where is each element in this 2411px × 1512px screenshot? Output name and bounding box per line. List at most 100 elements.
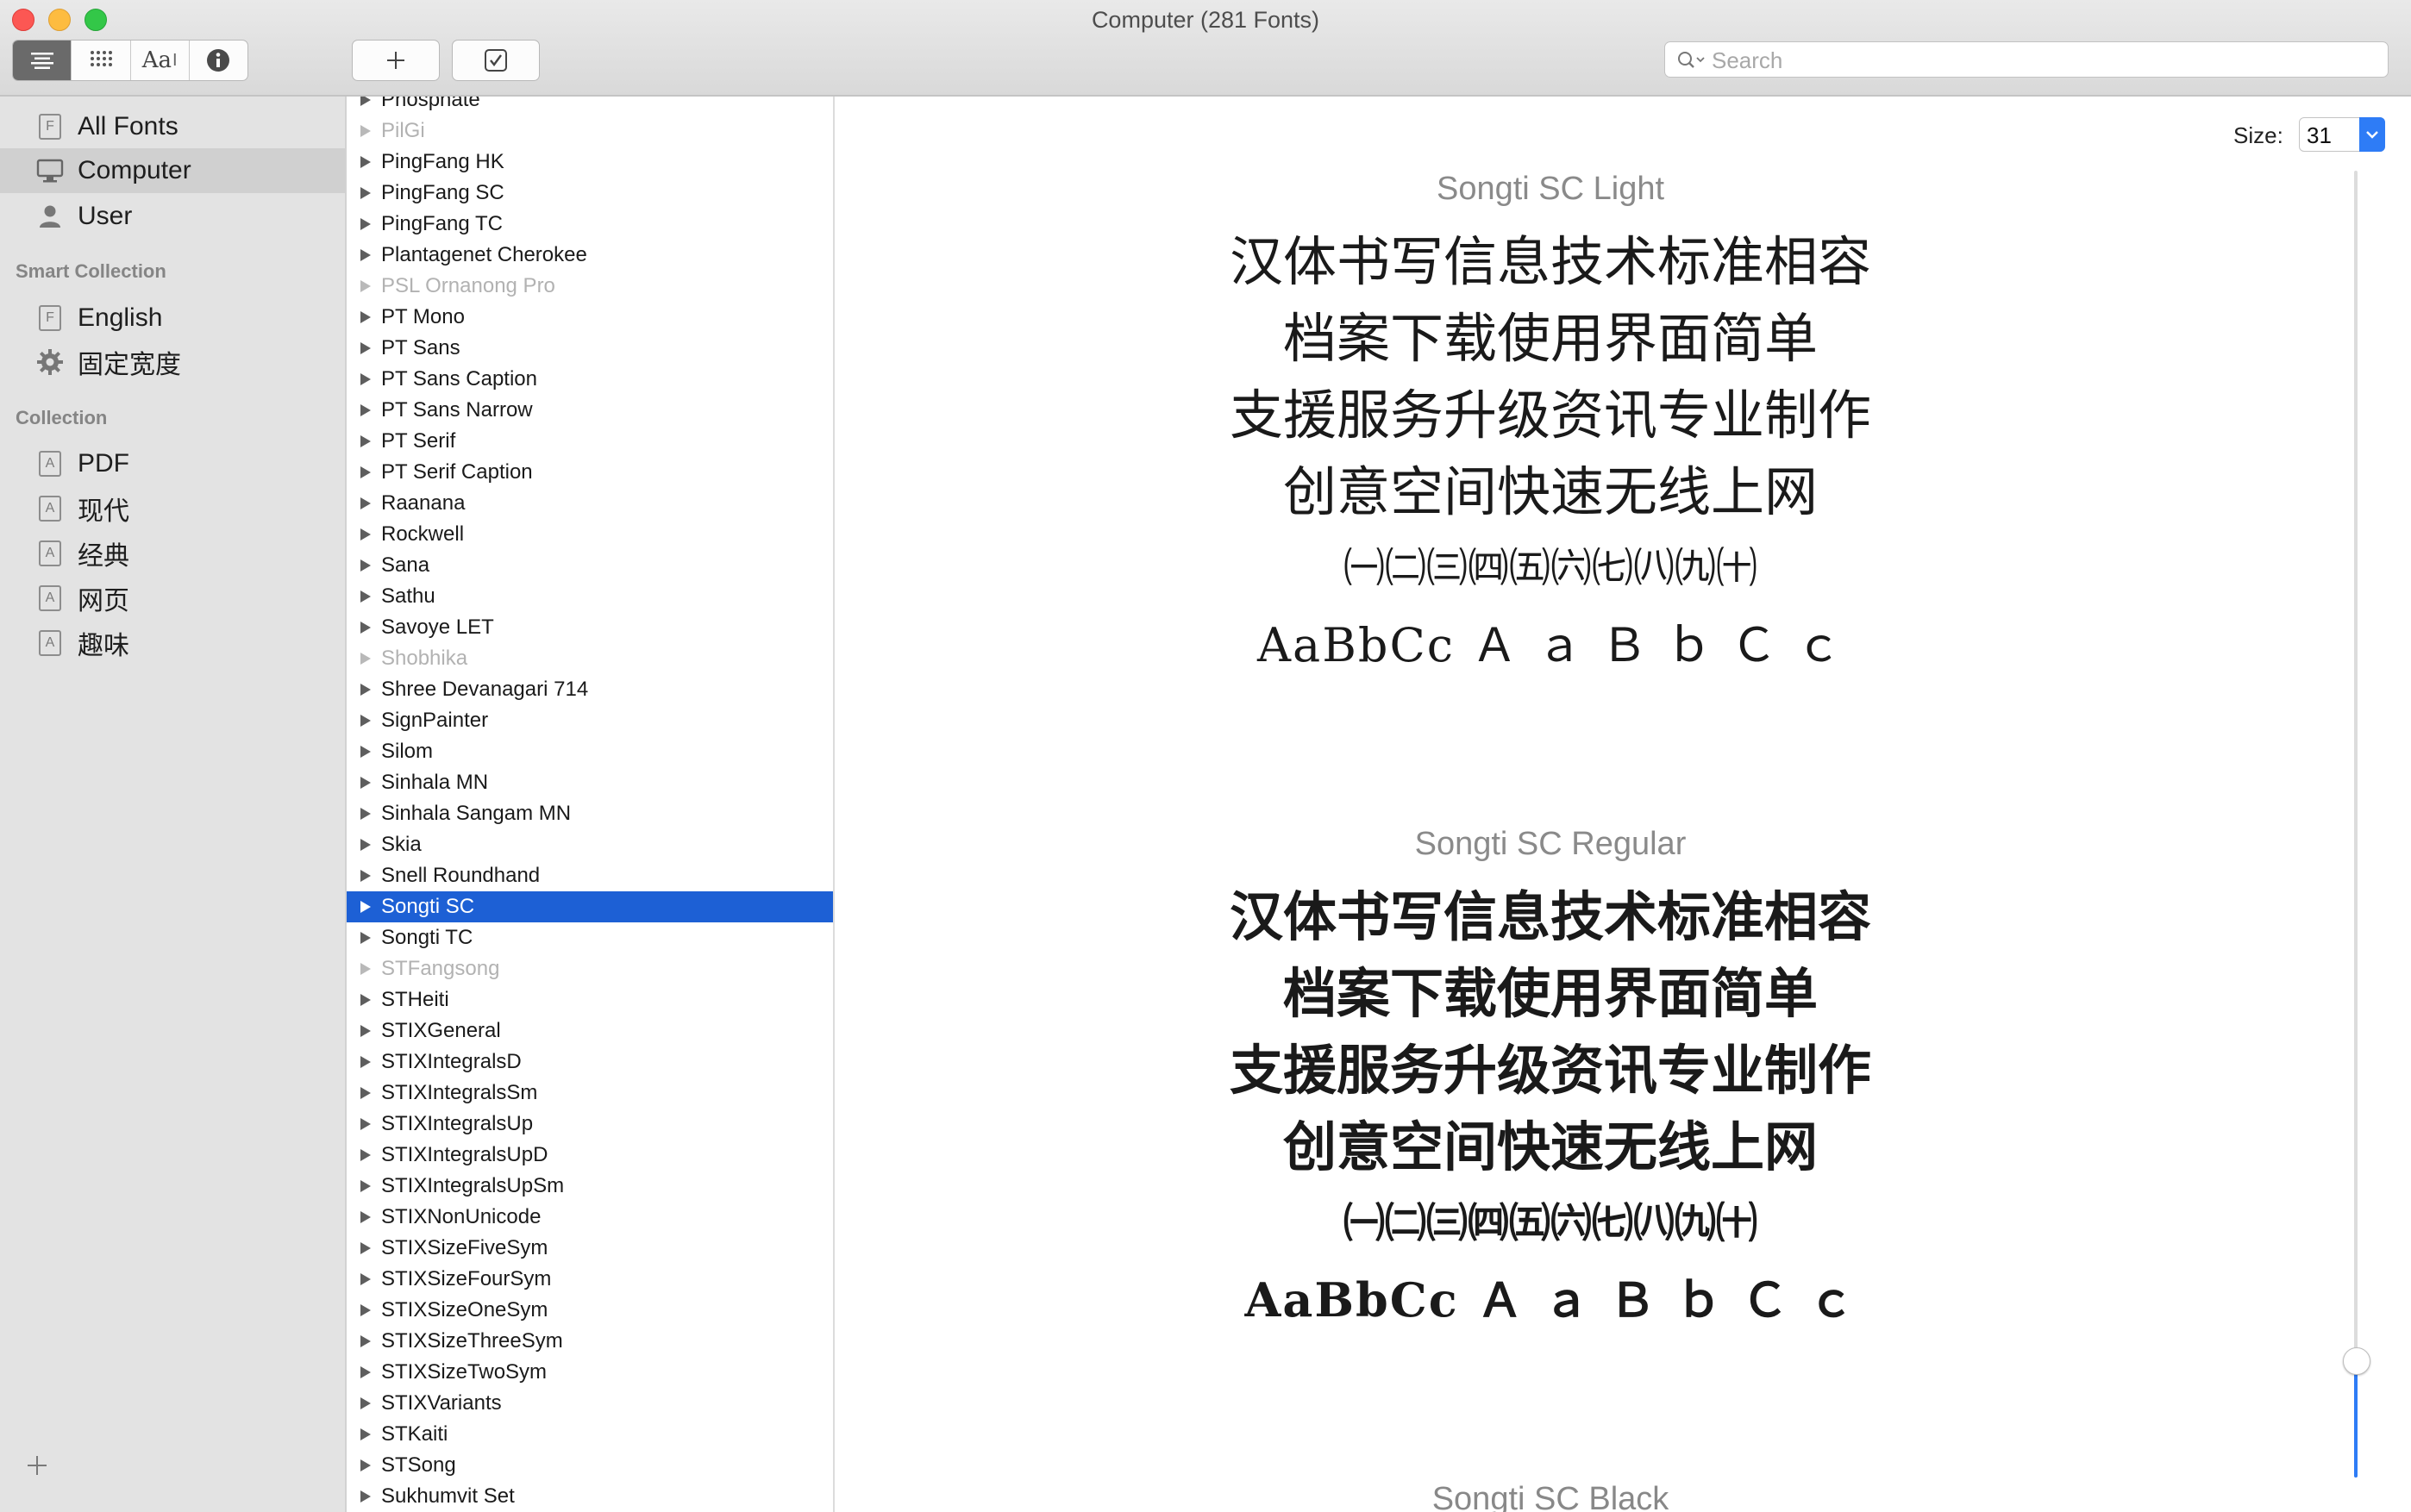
disclosure-triangle-icon[interactable] <box>360 1335 371 1347</box>
sidebar-item-classic[interactable]: A 经典 <box>0 531 345 576</box>
font-list-item[interactable]: STFangsong <box>347 953 833 984</box>
font-list-item[interactable]: STIXSizeThreeSym <box>347 1326 833 1357</box>
font-list-item[interactable]: PilGi <box>347 116 833 147</box>
font-list-item[interactable]: STIXIntegralsD <box>347 1047 833 1078</box>
disclosure-triangle-icon[interactable] <box>360 280 371 292</box>
font-list-item[interactable]: Raanana <box>347 488 833 519</box>
font-list-item[interactable]: Skia <box>347 829 833 860</box>
sidebar-item-english[interactable]: F English <box>0 296 345 341</box>
size-dropdown-button[interactable] <box>2359 117 2385 152</box>
disclosure-triangle-icon[interactable] <box>360 684 371 696</box>
sidebar-item-fun[interactable]: A 趣味 <box>0 621 345 665</box>
disclosure-triangle-icon[interactable] <box>360 622 371 634</box>
disclosure-triangle-icon[interactable] <box>360 870 371 882</box>
font-list-item[interactable]: PSL Ornanong Pro <box>347 271 833 302</box>
font-list-item[interactable]: PT Sans Narrow <box>347 395 833 426</box>
add-font-button[interactable] <box>352 40 440 81</box>
font-list-item[interactable]: STIXIntegralsSm <box>347 1078 833 1109</box>
disclosure-triangle-icon[interactable] <box>360 1211 371 1223</box>
disclosure-triangle-icon[interactable] <box>360 808 371 820</box>
font-list-item[interactable]: PT Serif <box>347 426 833 457</box>
validate-font-button[interactable] <box>452 40 540 81</box>
disclosure-triangle-icon[interactable] <box>360 528 371 540</box>
font-list-item[interactable]: PT Mono <box>347 302 833 333</box>
font-list-item[interactable]: Savoye LET <box>347 612 833 643</box>
font-list-item[interactable]: STIXIntegralsUp <box>347 1109 833 1140</box>
font-list-item[interactable]: SignPainter <box>347 705 833 736</box>
disclosure-triangle-icon[interactable] <box>360 1149 371 1161</box>
disclosure-triangle-icon[interactable] <box>360 746 371 758</box>
disclosure-triangle-icon[interactable] <box>360 373 371 385</box>
font-list-item[interactable]: STIXIntegralsUpSm <box>347 1171 833 1202</box>
custom-sample-view-button[interactable]: Aa I <box>131 41 190 80</box>
sidebar-item-user[interactable]: User <box>0 194 345 239</box>
add-collection-button[interactable] <box>26 1448 48 1483</box>
sample-list-view-button[interactable] <box>13 41 72 80</box>
disclosure-triangle-icon[interactable] <box>360 218 371 230</box>
font-list-item[interactable]: Songti TC <box>347 922 833 953</box>
font-list-item[interactable]: STIXNonUnicode <box>347 1202 833 1233</box>
font-list-item[interactable]: Shobhika <box>347 643 833 674</box>
disclosure-triangle-icon[interactable] <box>360 497 371 509</box>
font-list-item[interactable]: Phosphate <box>347 97 833 116</box>
disclosure-triangle-icon[interactable] <box>360 1242 371 1254</box>
grid-view-button[interactable] <box>72 41 131 80</box>
font-list-item[interactable]: Sathu <box>347 581 833 612</box>
font-list-item[interactable]: STIXSizeFiveSym <box>347 1233 833 1264</box>
disclosure-triangle-icon[interactable] <box>360 901 371 913</box>
font-list-item[interactable]: Songti SC <box>347 891 833 922</box>
font-list-item[interactable]: STIXSizeFourSym <box>347 1264 833 1295</box>
font-list-item[interactable]: STIXSizeOneSym <box>347 1295 833 1326</box>
disclosure-triangle-icon[interactable] <box>360 1428 371 1440</box>
font-list-item[interactable]: STHeiti <box>347 984 833 1015</box>
disclosure-triangle-icon[interactable] <box>360 342 371 354</box>
font-list-item[interactable]: Sukhumvit Set <box>347 1481 833 1512</box>
disclosure-triangle-icon[interactable] <box>360 125 371 137</box>
font-list[interactable]: Phosphate PilGi PingFang HK PingFang SC Ping… <box>347 97 835 1512</box>
sidebar-item-computer[interactable]: Computer <box>0 148 345 193</box>
disclosure-triangle-icon[interactable] <box>360 435 371 447</box>
font-list-item[interactable]: Sinhala MN <box>347 767 833 798</box>
font-list-item[interactable]: STIXIntegralsUpD <box>347 1140 833 1171</box>
disclosure-triangle-icon[interactable] <box>360 1397 371 1409</box>
disclosure-triangle-icon[interactable] <box>360 97 371 106</box>
disclosure-triangle-icon[interactable] <box>360 994 371 1006</box>
disclosure-triangle-icon[interactable] <box>360 1273 371 1285</box>
font-list-item[interactable]: Silom <box>347 736 833 767</box>
disclosure-triangle-icon[interactable] <box>360 653 371 665</box>
font-list-item[interactable]: STIXVariants <box>347 1388 833 1419</box>
font-list-item[interactable]: PT Sans Caption <box>347 364 833 395</box>
size-slider-knob[interactable] <box>2343 1346 2370 1375</box>
font-list-item[interactable]: Snell Roundhand <box>347 860 833 891</box>
disclosure-triangle-icon[interactable] <box>360 466 371 478</box>
font-list-item[interactable]: STIXSizeTwoSym <box>347 1357 833 1388</box>
disclosure-triangle-icon[interactable] <box>360 839 371 851</box>
disclosure-triangle-icon[interactable] <box>360 559 371 572</box>
disclosure-triangle-icon[interactable] <box>360 932 371 944</box>
disclosure-triangle-icon[interactable] <box>360 156 371 168</box>
font-list-item[interactable]: PT Sans <box>347 333 833 364</box>
font-list-item[interactable]: STKaiti <box>347 1419 833 1450</box>
disclosure-triangle-icon[interactable] <box>360 1490 371 1503</box>
disclosure-triangle-icon[interactable] <box>360 1087 371 1099</box>
size-slider-track[interactable] <box>2354 171 2358 1478</box>
disclosure-triangle-icon[interactable] <box>360 404 371 416</box>
search-input[interactable] <box>1710 46 2369 75</box>
sidebar-item-fixed-width[interactable]: 固定宽度 <box>0 340 345 384</box>
font-list-item[interactable]: Plantagenet Cherokee <box>347 240 833 271</box>
disclosure-triangle-icon[interactable] <box>360 590 371 603</box>
info-view-button[interactable] <box>190 41 247 80</box>
disclosure-triangle-icon[interactable] <box>360 187 371 199</box>
disclosure-triangle-icon[interactable] <box>360 1056 371 1068</box>
disclosure-triangle-icon[interactable] <box>360 311 371 323</box>
disclosure-triangle-icon[interactable] <box>360 249 371 261</box>
font-list-item[interactable]: Shree Devanagari 714 <box>347 674 833 705</box>
disclosure-triangle-icon[interactable] <box>360 1459 371 1471</box>
font-list-item[interactable]: PT Serif Caption <box>347 457 833 488</box>
disclosure-triangle-icon[interactable] <box>360 1180 371 1192</box>
font-list-item[interactable]: PingFang SC <box>347 178 833 209</box>
font-list-item[interactable]: PingFang TC <box>347 209 833 240</box>
font-list-item[interactable]: PingFang HK <box>347 147 833 178</box>
sidebar-item-pdf[interactable]: A PDF <box>0 441 345 486</box>
disclosure-triangle-icon[interactable] <box>360 1025 371 1037</box>
